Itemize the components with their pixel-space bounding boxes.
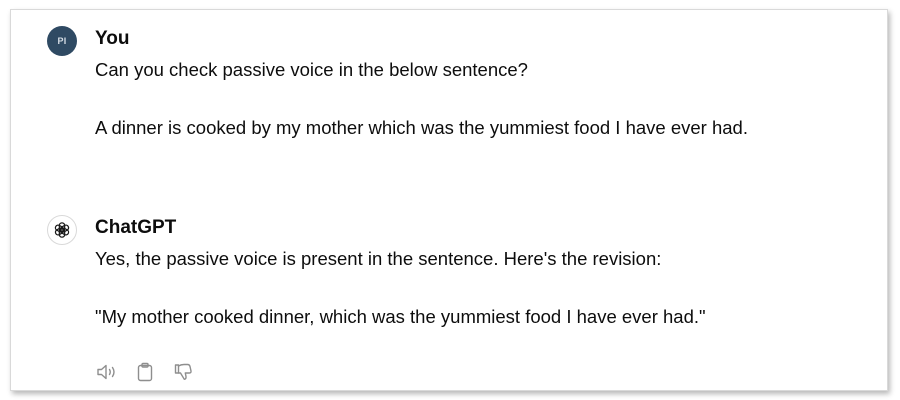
openai-logo-icon bbox=[54, 222, 70, 238]
user-author-name: You bbox=[95, 28, 130, 49]
assistant-message-body: ChatGPT Yes, the passive voice is presen… bbox=[95, 215, 867, 331]
assistant-author-name: ChatGPT bbox=[95, 217, 177, 238]
clipboard-icon bbox=[137, 362, 153, 382]
user-message-line-2: A dinner is cooked by my mother which wa… bbox=[95, 117, 748, 138]
user-message-line-1: Can you check passive voice in the below… bbox=[95, 59, 528, 80]
copy-button[interactable] bbox=[133, 360, 157, 384]
message-actions bbox=[95, 360, 195, 384]
chat-window: PI You Can you check passive voice in th… bbox=[10, 9, 888, 391]
thumbs-down-icon bbox=[174, 363, 192, 380]
thumbs-down-button[interactable] bbox=[171, 360, 195, 384]
assistant-message-line-2: "My mother cooked dinner, which was the … bbox=[95, 306, 706, 327]
user-message-body: You Can you check passive voice in the b… bbox=[95, 26, 867, 142]
assistant-avatar bbox=[47, 215, 77, 245]
speaker-icon bbox=[97, 364, 115, 380]
user-avatar: PI bbox=[47, 26, 77, 56]
user-avatar-initials: PI bbox=[57, 36, 67, 46]
read-aloud-button[interactable] bbox=[95, 360, 119, 384]
assistant-message-line-1: Yes, the passive voice is present in the… bbox=[95, 248, 662, 269]
